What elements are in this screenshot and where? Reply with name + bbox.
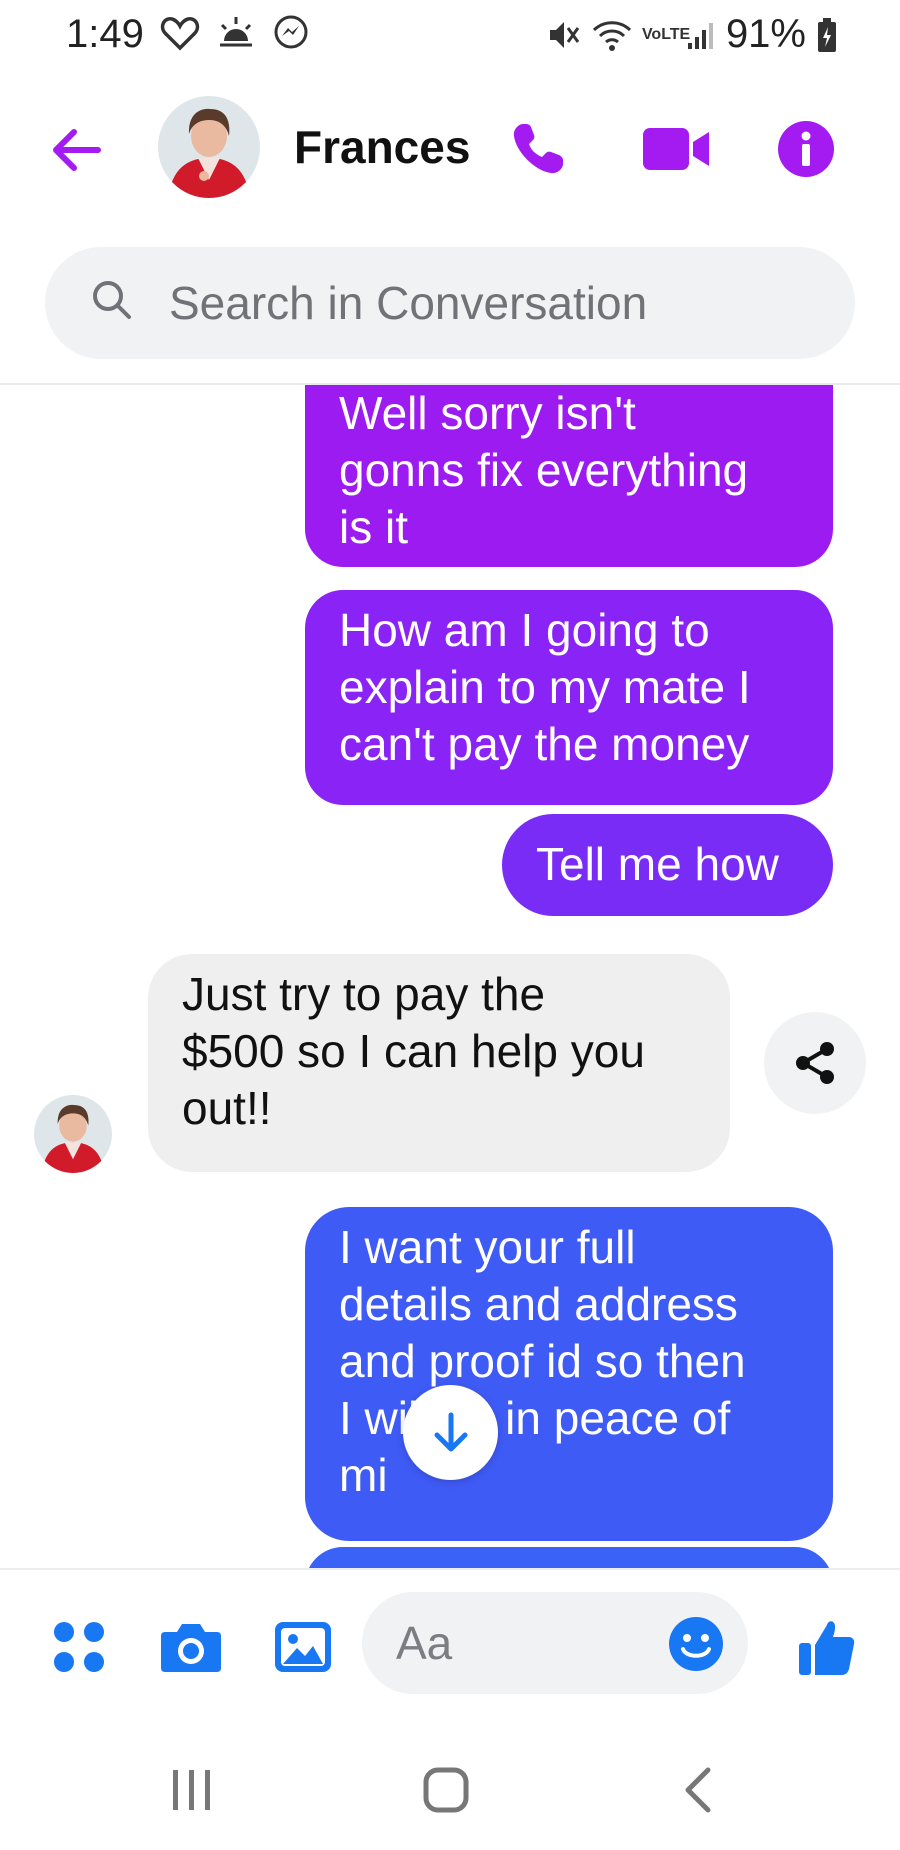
contact-avatar[interactable] [158,96,260,198]
status-notification-icons [160,14,310,52]
voice-call-button[interactable] [505,116,571,182]
share-message-button[interactable] [764,1012,866,1114]
signal-icon [687,22,713,49]
message-line: Well sorry isn't [339,387,636,439]
outgoing-message[interactable]: Tell me how [502,814,833,916]
message-line: out!! [182,1082,272,1134]
avatar-photo [158,96,260,198]
chevron-left-icon [685,1767,711,1813]
network-type-label: VoLTE [641,25,691,43]
message-line: is it [339,501,408,553]
video-call-button[interactable] [640,116,712,182]
video-camera-icon [643,128,709,170]
message-list[interactable]: Well sorry isn't gonns fix everything is… [0,385,900,1568]
arrow-left-icon [53,129,101,171]
back-nav-button[interactable] [668,1760,728,1820]
message-line: and proof id so then [339,1335,746,1387]
home-icon [423,1767,469,1813]
scroll-to-bottom-button[interactable] [403,1385,498,1480]
outgoing-message[interactable]: Well sorry isn't gonns fix everything is… [305,385,833,567]
thumbs-up-icon [799,1621,855,1675]
share-icon [796,1042,834,1084]
messenger-icon [274,15,308,49]
battery-percent: 91% [725,12,806,56]
conversation-search-box[interactable] [45,247,855,359]
gallery-button[interactable] [270,1614,336,1680]
wifi-icon [592,20,631,51]
camera-icon [161,1624,221,1672]
weather-sunrise-icon [220,17,252,47]
status-system-icons: VoLTE 91% [546,12,838,57]
recent-apps-button[interactable] [162,1760,222,1820]
outgoing-message[interactable]: I want your full details and address and… [305,1207,833,1541]
conversation-header: Frances [0,90,900,210]
message-line: explain to my mate I [339,661,751,713]
message-line: details and address [339,1278,738,1330]
like-button[interactable] [794,1614,860,1680]
message-line: gonns fix everything [339,444,749,496]
emoji-icon[interactable] [668,1616,724,1672]
incoming-message[interactable]: Just try to pay the $500 so I can help y… [148,954,730,1172]
message-line: Just try to pay the [182,968,546,1020]
search-input[interactable] [169,247,809,359]
mute-icon [549,21,580,48]
status-bar: 1:49 VoLTE 91% [0,0,900,70]
avatar-photo [34,1095,112,1173]
search-icon [93,281,131,319]
message-line: Tell me how [536,838,779,890]
back-button[interactable] [46,120,106,180]
phone-icon [513,124,563,174]
info-icon [778,121,834,177]
heart-icon [160,16,200,51]
status-time: 1:49 [66,12,144,56]
gallery-icon [275,1622,331,1672]
system-navigation-bar [0,1720,900,1850]
message-line: $500 so I can help you [182,1025,645,1077]
sender-avatar[interactable] [34,1095,112,1173]
battery-charging-icon [818,17,836,52]
arrow-down-icon [434,1412,467,1451]
message-line: How am I going to [339,604,710,656]
apps-grid-icon [54,1622,104,1672]
camera-button[interactable] [158,1614,224,1680]
home-button[interactable] [416,1760,476,1820]
more-actions-button[interactable] [46,1614,112,1680]
outgoing-message-partial[interactable] [305,1547,833,1568]
conversation-info-button[interactable] [776,116,836,182]
message-line: I want your full [339,1221,636,1273]
message-input[interactable] [396,1592,666,1694]
message-composer [0,1570,900,1720]
outgoing-message[interactable]: How am I going to explain to my mate I c… [305,590,833,805]
message-input-box[interactable] [362,1592,748,1694]
recent-apps-icon [173,1770,210,1810]
message-line: can't pay the money [339,718,750,770]
contact-name[interactable]: Frances [294,120,470,174]
